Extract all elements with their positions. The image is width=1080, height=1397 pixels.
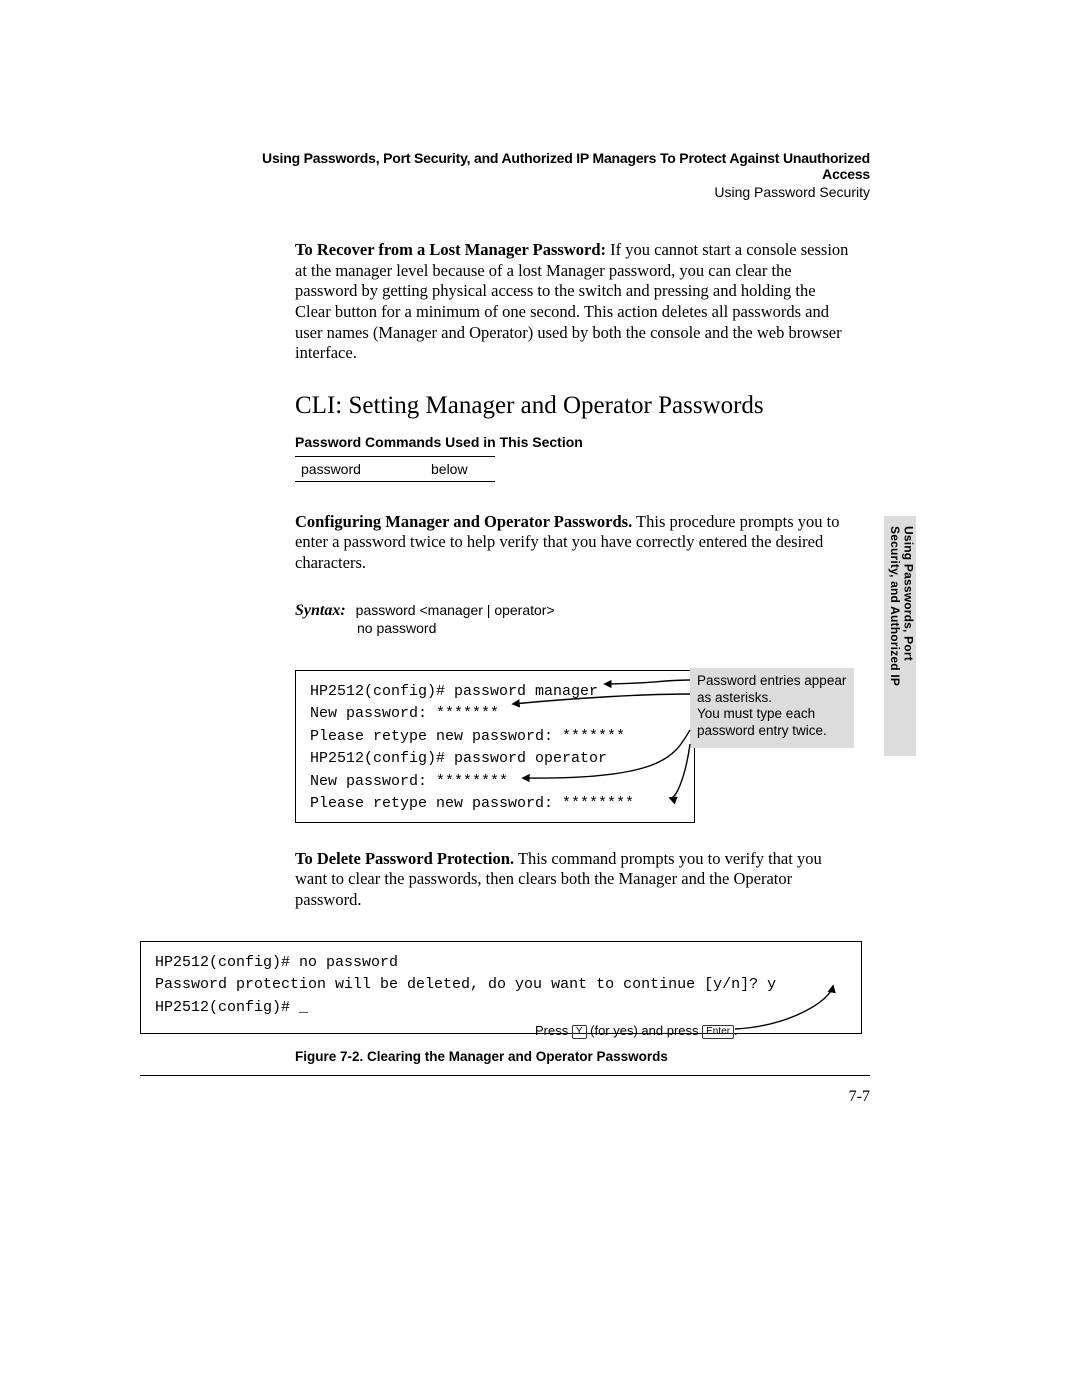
paragraph-delete: To Delete Password Protection. This comm… [295, 849, 855, 911]
cmd-col1: password [301, 461, 431, 477]
command-table: password below [295, 456, 495, 482]
hint-mid: (for yes) and press [587, 1023, 703, 1038]
callout-text-1: Password entries appear as asterisks. [697, 673, 847, 707]
cmd-col2: below [431, 461, 468, 477]
term1-line: New password: ******** [310, 771, 680, 794]
side-tab-text: Using Passwords, Port Security, and Auth… [888, 526, 914, 686]
section-heading: CLI: Setting Manager and Operator Passwo… [295, 392, 855, 420]
syntax-line1: password <manager | operator> [356, 602, 555, 618]
term1-line: Please retype new password: ******* [310, 726, 680, 749]
command-table-row: password below [295, 457, 495, 481]
side-tab-line2: Security, and Authorized IP [888, 526, 902, 686]
key-hint: Press Y (for yes) and press Enter. [535, 1023, 738, 1039]
syntax-line2: no password [357, 620, 855, 636]
callout-text-2: You must type each password entry twice. [697, 706, 847, 740]
callout-box: Password entries appear as asterisks. Yo… [690, 668, 854, 749]
running-header-sub: Using Password Security [140, 184, 870, 200]
term1-line: Please retype new password: ******** [310, 793, 680, 816]
body-column: To Recover from a Lost Manager Password:… [295, 240, 855, 911]
para-delete-lead: To Delete Password Protection. [295, 849, 514, 868]
hint-post: . [734, 1023, 738, 1038]
paragraph-config: Configuring Manager and Operator Passwor… [295, 512, 855, 574]
term2-line: HP2512(config)# no password [155, 952, 847, 975]
para-config-lead: Configuring Manager and Operator Passwor… [295, 512, 632, 531]
table-title: Password Commands Used in This Section [295, 434, 855, 450]
syntax-block: Syntax: password <manager | operator> no … [295, 602, 855, 636]
side-tab-line1: Using Passwords, Port [901, 526, 915, 661]
para-recover-lead: To Recover from a Lost Manager Password: [295, 240, 606, 259]
side-tab: Using Passwords, Port Security, and Auth… [884, 516, 916, 756]
term1-line: New password: ******* [310, 703, 680, 726]
figure-caption: Figure 7-2. Clearing the Manager and Ope… [295, 1049, 870, 1064]
running-header-bold: Using Passwords, Port Security, and Auth… [235, 150, 870, 182]
keycap-enter: Enter [702, 1025, 734, 1039]
term1-line: HP2512(config)# password manager [310, 681, 680, 704]
terminal-output-1: HP2512(config)# password manager New pas… [295, 670, 695, 823]
keycap-y: Y [572, 1025, 587, 1039]
term2-line: Password protection will be deleted, do … [155, 974, 847, 997]
paragraph-recover: To Recover from a Lost Manager Password:… [295, 240, 855, 364]
page-content: Using Passwords, Port Security, and Auth… [140, 150, 870, 1064]
terminal-output-2: HP2512(config)# no password Password pro… [140, 941, 862, 1035]
term1-line: HP2512(config)# password operator [310, 748, 680, 771]
page-number: 7-7 [140, 1088, 870, 1106]
figure-password-set: HP2512(config)# password manager New pas… [295, 670, 855, 823]
figure-clear-password: HP2512(config)# no password Password pro… [140, 941, 860, 1035]
footer-rule [140, 1075, 870, 1076]
term2-line: HP2512(config)# _ [155, 997, 847, 1020]
hint-pre: Press [535, 1023, 572, 1038]
syntax-label: Syntax: [295, 602, 346, 619]
